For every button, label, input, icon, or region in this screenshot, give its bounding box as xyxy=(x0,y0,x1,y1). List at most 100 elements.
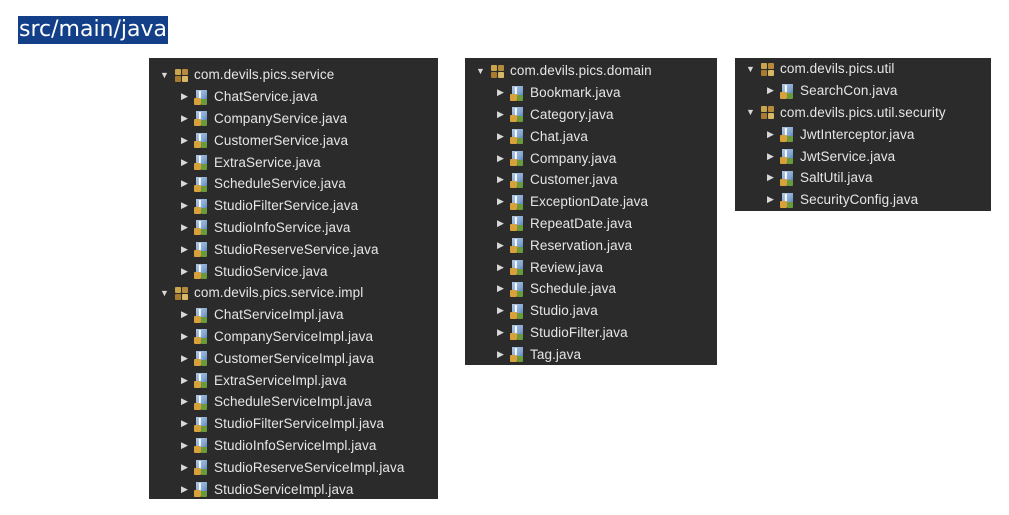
java-file-icon: J xyxy=(780,192,796,208)
collapse-arrow-icon[interactable]: ▶ xyxy=(495,305,506,316)
collapse-arrow-icon[interactable]: ▶ xyxy=(495,283,506,294)
tree-file-row[interactable]: ▶ J ExceptionDate.java xyxy=(465,191,717,213)
collapse-arrow-icon[interactable]: ▶ xyxy=(495,349,506,360)
tree-file-row[interactable]: ▶ J ScheduleService.java xyxy=(149,173,438,195)
tree-file-row[interactable]: ▶ J Bookmark.java xyxy=(465,82,717,104)
expand-arrow-icon[interactable]: ▼ xyxy=(745,107,756,117)
expand-arrow-icon[interactable]: ▼ xyxy=(159,70,170,80)
tree-package-row[interactable]: ▼ com.devils.pics.domain xyxy=(465,60,717,82)
file-label: StudioInfoServiceImpl.java xyxy=(214,437,377,453)
collapse-arrow-icon[interactable]: ▶ xyxy=(179,135,190,146)
tree-file-row[interactable]: ▶ J SecurityConfig.java xyxy=(735,189,991,211)
collapse-arrow-icon[interactable]: ▶ xyxy=(495,218,506,229)
collapse-arrow-icon[interactable]: ▶ xyxy=(179,222,190,233)
collapse-arrow-icon[interactable]: ▶ xyxy=(179,462,190,473)
tree-file-row[interactable]: ▶ J StudioFilter.java xyxy=(465,322,717,344)
tree-file-row[interactable]: ▶ J Tag.java xyxy=(465,343,717,365)
collapse-arrow-icon[interactable]: ▶ xyxy=(495,87,506,98)
package-explorer-util-panel: ▼ com.devils.pics.util ▶ J SearchCon.java ▼ co… xyxy=(735,58,991,211)
tree-file-row[interactable]: ▶ J StudioService.java xyxy=(149,260,438,282)
collapse-arrow-icon[interactable]: ▶ xyxy=(179,353,190,364)
collapse-arrow-icon[interactable]: ▶ xyxy=(495,131,506,142)
collapse-arrow-icon[interactable]: ▶ xyxy=(765,129,776,140)
tree-file-row[interactable]: ▶ J StudioServiceImpl.java xyxy=(149,478,438,499)
tree-file-row[interactable]: ▶ J StudioReserveServiceImpl.java xyxy=(149,456,438,478)
collapse-arrow-icon[interactable]: ▶ xyxy=(179,331,190,342)
tree-file-row[interactable]: ▶ J Review.java xyxy=(465,256,717,278)
collapse-arrow-icon[interactable]: ▶ xyxy=(495,153,506,164)
tree-file-row[interactable]: ▶ J Customer.java xyxy=(465,169,717,191)
file-label: Customer.java xyxy=(530,172,618,188)
collapse-arrow-icon[interactable]: ▶ xyxy=(179,418,190,429)
collapse-arrow-icon[interactable]: ▶ xyxy=(179,113,190,124)
file-label: ScheduleServiceImpl.java xyxy=(214,394,372,410)
collapse-arrow-icon[interactable]: ▶ xyxy=(179,375,190,386)
package-icon xyxy=(490,63,506,79)
tree-package-row[interactable]: ▼ com.devils.pics.util xyxy=(735,58,991,80)
collapse-arrow-icon[interactable]: ▶ xyxy=(765,151,776,162)
tree-file-row[interactable]: ▶ J Reservation.java xyxy=(465,234,717,256)
tree-file-row[interactable]: ▶ J RepeatDate.java xyxy=(465,213,717,235)
file-label: ExtraService.java xyxy=(214,154,321,170)
tree-file-row[interactable]: ▶ J ScheduleServiceImpl.java xyxy=(149,391,438,413)
collapse-arrow-icon[interactable]: ▶ xyxy=(179,396,190,407)
tree-package-row[interactable]: ▼ com.devils.pics.service xyxy=(149,64,438,86)
tree-file-row[interactable]: ▶ J StudioReserveService.java xyxy=(149,238,438,260)
tree-file-row[interactable]: ▶ J StudioFilterService.java xyxy=(149,195,438,217)
tree-file-row[interactable]: ▶ J ExtraServiceImpl.java xyxy=(149,369,438,391)
tree-file-row[interactable]: ▶ J JwtService.java xyxy=(735,145,991,167)
java-file-icon: J xyxy=(194,89,210,105)
collapse-arrow-icon[interactable]: ▶ xyxy=(765,172,776,183)
file-label: Category.java xyxy=(530,106,614,122)
java-file-icon: J xyxy=(510,303,526,319)
tree-file-row[interactable]: ▶ J Chat.java xyxy=(465,125,717,147)
tree-package-row[interactable]: ▼ com.devils.pics.service.impl xyxy=(149,282,438,304)
tree-file-row[interactable]: ▶ J JwtInterceptor.java xyxy=(735,123,991,145)
collapse-arrow-icon[interactable]: ▶ xyxy=(179,244,190,255)
collapse-arrow-icon[interactable]: ▶ xyxy=(495,109,506,120)
tree-file-row[interactable]: ▶ J CompanyServiceImpl.java xyxy=(149,326,438,348)
file-label: StudioFilterService.java xyxy=(214,198,359,214)
tree-file-row[interactable]: ▶ J ChatService.java xyxy=(149,86,438,108)
tree-file-row[interactable]: ▶ J CompanyService.java xyxy=(149,108,438,130)
collapse-arrow-icon[interactable]: ▶ xyxy=(179,178,190,189)
collapse-arrow-icon[interactable]: ▶ xyxy=(495,240,506,251)
collapse-arrow-icon[interactable]: ▶ xyxy=(179,440,190,451)
file-label: Reservation.java xyxy=(530,237,633,253)
tree-file-row[interactable]: ▶ J ExtraService.java xyxy=(149,151,438,173)
collapse-arrow-icon[interactable]: ▶ xyxy=(495,327,506,338)
file-label: Review.java xyxy=(530,259,604,275)
tree-package-row[interactable]: ▼ com.devils.pics.util.security xyxy=(735,102,991,124)
file-label: SecurityConfig.java xyxy=(800,192,919,208)
tree-file-row[interactable]: ▶ J Company.java xyxy=(465,147,717,169)
collapse-arrow-icon[interactable]: ▶ xyxy=(495,174,506,185)
collapse-arrow-icon[interactable]: ▶ xyxy=(179,200,190,211)
tree-file-row[interactable]: ▶ J SearchCon.java xyxy=(735,80,991,102)
file-label: JwtInterceptor.java xyxy=(800,126,915,142)
tree-file-row[interactable]: ▶ J StudioInfoServiceImpl.java xyxy=(149,435,438,457)
tree-file-row[interactable]: ▶ J CustomerService.java xyxy=(149,129,438,151)
collapse-arrow-icon[interactable]: ▶ xyxy=(495,262,506,273)
collapse-arrow-icon[interactable]: ▶ xyxy=(495,196,506,207)
tree-file-row[interactable]: ▶ J Category.java xyxy=(465,104,717,126)
collapse-arrow-icon[interactable]: ▶ xyxy=(179,484,190,495)
file-label: SearchCon.java xyxy=(800,83,898,99)
tree-file-row[interactable]: ▶ J Schedule.java xyxy=(465,278,717,300)
collapse-arrow-icon[interactable]: ▶ xyxy=(765,194,776,205)
tree-file-row[interactable]: ▶ J SaltUtil.java xyxy=(735,167,991,189)
expand-arrow-icon[interactable]: ▼ xyxy=(159,288,170,298)
collapse-arrow-icon[interactable]: ▶ xyxy=(179,266,190,277)
file-label: StudioReserveService.java xyxy=(214,241,379,257)
expand-arrow-icon[interactable]: ▼ xyxy=(745,64,756,74)
package-label: com.devils.pics.service xyxy=(194,67,335,83)
collapse-arrow-icon[interactable]: ▶ xyxy=(179,309,190,320)
collapse-arrow-icon[interactable]: ▶ xyxy=(765,85,776,96)
tree-file-row[interactable]: ▶ J StudioFilterServiceImpl.java xyxy=(149,413,438,435)
tree-file-row[interactable]: ▶ J CustomerServiceImpl.java xyxy=(149,347,438,369)
collapse-arrow-icon[interactable]: ▶ xyxy=(179,91,190,102)
collapse-arrow-icon[interactable]: ▶ xyxy=(179,157,190,168)
tree-file-row[interactable]: ▶ J StudioInfoService.java xyxy=(149,217,438,239)
expand-arrow-icon[interactable]: ▼ xyxy=(475,66,486,76)
tree-file-row[interactable]: ▶ J ChatServiceImpl.java xyxy=(149,304,438,326)
tree-file-row[interactable]: ▶ J Studio.java xyxy=(465,300,717,322)
